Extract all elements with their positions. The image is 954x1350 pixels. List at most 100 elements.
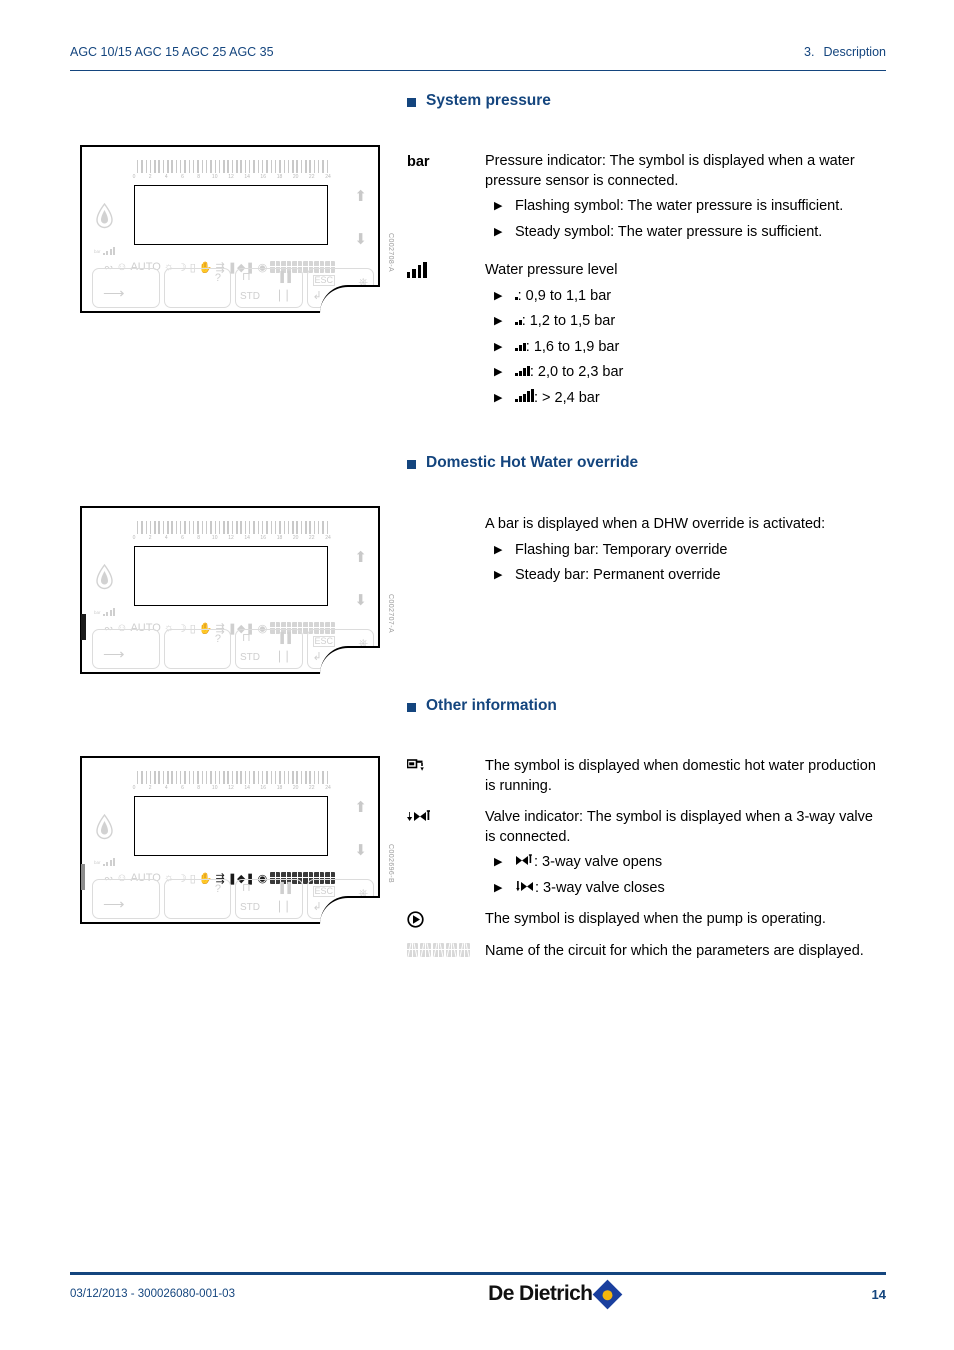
symbol-cell <box>407 515 485 516</box>
arrow-right-button[interactable]: ⟶ <box>92 879 160 919</box>
list-item-label: : > 2,4 bar <box>533 389 600 406</box>
std-button[interactable]: ⊓ STD ▌▌ ▏▏ <box>235 629 303 669</box>
section-body-other-information: The symbol is displayed when domestic ho… <box>406 757 887 962</box>
entry-text: Name of the circuit for which the parame… <box>485 942 864 959</box>
list-item: ▶ : 3-way valve opens <box>485 853 887 873</box>
list-item-label: : 1,2 to 1,5 bar <box>521 313 616 329</box>
list-item-label: : 1,6 to 1,9 bar <box>525 338 620 355</box>
triangle-bullet-icon: ▶ <box>494 289 503 302</box>
arrow-right-button[interactable]: ⟶ <box>92 629 160 669</box>
entry-text: The symbol is displayed when the pump is… <box>485 911 826 927</box>
lcd-characters-icon <box>407 942 470 957</box>
description-cell: The symbol is displayed when domestic ho… <box>485 757 887 796</box>
help-button[interactable]: ? <box>163 629 231 669</box>
arrow-down-icon: ⬇ <box>354 842 367 859</box>
symbol-cell <box>407 261 485 278</box>
list-item-label: Flashing bar: Temporary override <box>515 541 728 558</box>
symbol-cell <box>407 942 485 957</box>
symbol-cell <box>406 757 485 780</box>
arrow-up-icon: ⬆ <box>354 188 367 205</box>
list-item: ▶ : 3-way valve closes <box>485 879 887 899</box>
signal-bars-4-icon <box>515 363 530 376</box>
header-product-title: AGC 10/15 AGC 15 AGC 25 AGC 35 <box>70 45 274 59</box>
entry-text: Pressure indicator: The symbol is displa… <box>485 153 855 189</box>
list-item: ▶ Flashing symbol: The water pressure is… <box>485 197 887 217</box>
triangle-bullet-icon: ▶ <box>494 881 503 894</box>
description-cell: Pressure indicator: The symbol is displa… <box>485 152 887 242</box>
header-chapter: 3. Description <box>804 45 886 59</box>
time-scale: 024 6 8 10 12 14 16 18 20 22 24 <box>132 535 331 541</box>
header-chapter-number: 3. <box>804 45 815 59</box>
entry-pump-operating: The symbol is displayed when the pump is… <box>407 910 887 935</box>
description-cell: Name of the circuit for which the parame… <box>485 942 887 962</box>
std-button[interactable]: ⊓ STD ▌▌ ▏▏ <box>235 879 303 919</box>
std-button[interactable]: ⊓ STD ▌▌ ▏▏ <box>235 268 303 308</box>
section-title: Other information <box>426 697 557 714</box>
entry-dhw-production: The symbol is displayed when domestic ho… <box>406 757 887 796</box>
list-item-label: Steady bar: Permanent override <box>515 567 721 583</box>
entry-text: Valve indicator: The symbol is displayed… <box>485 809 873 845</box>
page-number: 14 <box>871 1286 886 1302</box>
triangle-bullet-icon: ▶ <box>494 225 503 238</box>
bar-text-icon: bar <box>407 154 430 170</box>
entry-text: The symbol is displayed when domestic ho… <box>485 758 876 794</box>
list-item-label: Steady symbol: The water pressure is suf… <box>515 223 823 240</box>
list-item: ▶ Steady symbol: The water pressure is s… <box>485 223 887 243</box>
control-panel-illustration-dhw: 024 6810 121416 182022 24 bar ⬆ ⬇ <box>80 506 394 674</box>
bullet-square-icon <box>407 97 416 107</box>
page-footer: 03/12/2013 - 300026080-001-03 De Dietric… <box>70 1279 886 1309</box>
section-heading-dhw-override: Domestic Hot Water override <box>407 454 638 472</box>
help-button[interactable]: ? <box>163 268 231 308</box>
triangle-bullet-icon: ▶ <box>494 200 503 212</box>
symbol-cell <box>407 910 485 935</box>
list-item: ▶ Flashing bar: Temporary override <box>485 541 887 561</box>
description-cell: The symbol is displayed when the pump is… <box>485 910 887 930</box>
list-item-label: : 0,9 to 1,1 bar <box>517 287 612 304</box>
figure-reference: C002696-B <box>387 844 394 884</box>
page-header: AGC 10/15 AGC 15 AGC 25 AGC 35 3. Descri… <box>70 45 886 59</box>
arrow-down-icon: ⬇ <box>354 231 367 248</box>
triangle-bullet-icon: ▶ <box>494 543 503 556</box>
list-item: ▶ : > 2,4 bar <box>485 388 887 409</box>
footer-divider <box>70 1272 886 1275</box>
flame-icon <box>96 563 113 595</box>
triangle-bullet-icon: ▶ <box>494 315 503 327</box>
section-body-dhw-override: A bar is displayed when a DHW override i… <box>407 515 887 586</box>
list-item-label: Flashing symbol: The water pressure is i… <box>515 198 844 214</box>
time-program-bar <box>134 771 328 784</box>
section-title: System pressure <box>426 92 551 109</box>
valve-open-icon <box>515 853 534 873</box>
section-body-system-pressure: bar Pressure indicator: The symbol is di… <box>407 152 887 408</box>
entry-water-pressure-level: Water pressure level ▶ : 0,9 to 1,1 bar … <box>407 261 887 408</box>
help-button[interactable]: ? <box>163 879 231 919</box>
signal-bars-5-icon <box>515 388 534 402</box>
description-cell: Water pressure level ▶ : 0,9 to 1,1 bar … <box>485 261 887 408</box>
header-divider <box>70 70 886 71</box>
dhw-override-bar-indicator <box>81 864 85 890</box>
tap-icon <box>406 758 425 780</box>
time-program-bar <box>134 160 328 173</box>
arrow-down-icon: ⬇ <box>354 592 367 609</box>
symbol-cell <box>407 808 485 832</box>
time-program-bar <box>134 521 328 534</box>
flame-icon <box>96 813 113 845</box>
control-panel-illustration-other: 024 6810 121416 182022 24 bar ⬆ ⬇ <box>80 756 394 924</box>
section-heading-other-information: Other information <box>407 697 557 715</box>
figure-reference: C002708-A <box>387 233 394 273</box>
bullet-square-icon <box>407 459 416 469</box>
flame-icon <box>96 202 113 234</box>
entry-pressure-indicator: bar Pressure indicator: The symbol is di… <box>407 152 887 242</box>
signal-bars-3-icon <box>515 338 526 351</box>
list-item-label: : 3-way valve closes <box>535 879 665 896</box>
document-page: AGC 10/15 AGC 15 AGC 25 AGC 35 3. Descri… <box>0 0 954 1350</box>
description-cell: A bar is displayed when a DHW override i… <box>485 515 887 586</box>
section-title: Domestic Hot Water override <box>426 454 639 471</box>
brand-logo: De Dietrich <box>488 1279 623 1309</box>
entry-text: A bar is displayed when a DHW override i… <box>485 516 826 532</box>
arrow-right-button[interactable]: ⟶ <box>92 268 160 308</box>
entry-dhw-bar: A bar is displayed when a DHW override i… <box>407 515 887 586</box>
triangle-bullet-icon: ▶ <box>494 569 503 581</box>
list-item: ▶ : 1,2 to 1,5 bar <box>485 312 887 332</box>
valve-close-icon <box>515 879 535 899</box>
section-heading-system-pressure: System pressure <box>407 92 551 110</box>
